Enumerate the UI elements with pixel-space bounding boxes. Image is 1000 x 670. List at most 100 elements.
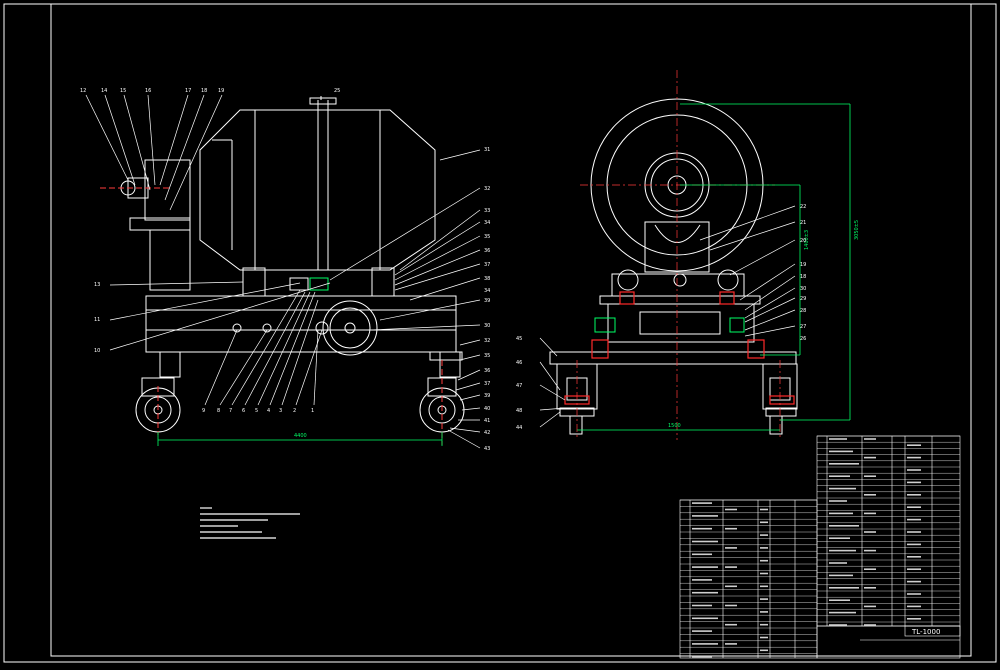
callout-right-3: 34 xyxy=(484,220,490,226)
table-cell-text xyxy=(864,512,876,515)
callout-top-4: 17 xyxy=(185,88,191,94)
front-callout-4: 18 xyxy=(800,274,806,280)
front-callout-5: 30 xyxy=(800,286,806,292)
front-callout-7: 28 xyxy=(800,308,806,314)
callout-right-7: 38 xyxy=(484,276,490,282)
table-cell-text xyxy=(725,623,737,626)
callout-right-6: 37 xyxy=(484,262,490,268)
table-cell-text xyxy=(864,438,876,440)
table-cell-text xyxy=(829,450,853,453)
front-callout-left-3: 48 xyxy=(516,408,522,414)
table-cell-text xyxy=(829,463,859,465)
front-callout-left-0: 45 xyxy=(516,336,522,342)
table-cell-text xyxy=(760,636,768,639)
callout-right-4: 35 xyxy=(484,234,490,240)
table-cell-text xyxy=(907,618,921,620)
table-cell-text xyxy=(864,587,876,589)
table-cell-text xyxy=(692,540,718,543)
table-cell-text xyxy=(829,624,847,626)
table-cell-text xyxy=(907,494,921,496)
callout-top-3: 16 xyxy=(145,88,151,94)
table-cell-text xyxy=(725,547,737,549)
table-cell-text xyxy=(692,515,718,517)
callout-bottom-3: 6 xyxy=(242,408,245,414)
table-cell-text xyxy=(907,456,921,459)
title-code: TL-1000 xyxy=(911,628,940,636)
table-cell-text xyxy=(692,591,718,594)
table-cell-text xyxy=(829,574,853,577)
table-cell-text xyxy=(907,580,921,583)
side-view xyxy=(100,96,465,445)
callout-bottom-4: 5 xyxy=(255,408,258,414)
table-cell-text xyxy=(760,521,768,524)
callout-bottom-2: 7 xyxy=(229,408,232,414)
table-cell-text xyxy=(907,481,921,484)
table-cell-text xyxy=(864,494,876,496)
table-cell-text xyxy=(829,500,847,502)
callout-wheel-5: 41 xyxy=(484,418,490,424)
callout-right-9: 30 xyxy=(484,323,490,329)
table-cell-text xyxy=(692,527,712,530)
table-cell-text xyxy=(692,553,712,556)
front-callout-6: 29 xyxy=(800,296,806,302)
callout-bottom-1: 8 xyxy=(217,408,220,414)
front-callout-left-4: 44 xyxy=(516,425,522,431)
callout-left-1: 11 xyxy=(94,317,100,323)
table-cell-text xyxy=(725,604,737,607)
table-cell-text xyxy=(692,566,718,568)
table-cell-text xyxy=(760,534,768,536)
callout-wheel-6: 42 xyxy=(484,430,490,436)
callout-right-11: 34 xyxy=(484,288,490,294)
front-red-parts xyxy=(564,291,795,405)
table-cell-text xyxy=(725,585,737,588)
table-cell-text xyxy=(692,604,712,607)
callout-wheel-0: 35 xyxy=(484,353,490,359)
callout-top-1: 14 xyxy=(101,88,107,94)
table-cell-text xyxy=(907,568,921,570)
callout-bottom-5: 4 xyxy=(267,408,270,414)
side-dimension-text: 4400 xyxy=(294,433,307,439)
table-cell-text xyxy=(829,611,856,614)
table-cell-text xyxy=(760,649,768,652)
callout-left-0: 13 xyxy=(94,282,100,288)
callout-drum-top: 25 xyxy=(334,88,340,94)
table-cell-text xyxy=(907,556,921,558)
table-cell-text xyxy=(692,630,712,632)
front-view xyxy=(549,98,798,435)
front-callout-left-2: 47 xyxy=(516,383,522,389)
callout-left-2: 10 xyxy=(94,348,100,354)
callout-wheel-1: 36 xyxy=(484,368,490,374)
table-cell-text xyxy=(907,518,921,521)
table-cell-text xyxy=(760,598,768,600)
table-cell-text xyxy=(829,438,847,440)
table-cell-text xyxy=(864,605,876,608)
table-cell-text xyxy=(907,444,921,446)
table-cell-text xyxy=(829,599,850,601)
main-frame xyxy=(145,295,457,311)
table-cell-text xyxy=(864,624,876,626)
table-cell-text xyxy=(692,655,712,658)
gearbox xyxy=(144,159,191,221)
front-callout-3: 19 xyxy=(800,262,806,268)
parts-list-cell-marks xyxy=(692,438,921,658)
table-cell-text xyxy=(907,593,921,595)
front-callout-2: 20 xyxy=(800,238,806,244)
table-cell-text xyxy=(864,549,876,552)
cad-drawing: 12 14 15 16 17 18 19 25 13 11 10 31 32 3… xyxy=(3,3,997,663)
callout-top-0: 12 xyxy=(80,88,86,94)
pulley-wheel xyxy=(322,300,378,356)
table-cell-text xyxy=(725,566,737,568)
table-cell-text xyxy=(829,512,853,515)
callout-right-10: 32 xyxy=(484,338,490,344)
callout-right-2: 33 xyxy=(484,208,490,214)
callout-top-5: 18 xyxy=(201,88,207,94)
table-cell-text xyxy=(907,605,921,608)
table-cell-text xyxy=(760,572,768,575)
table-cell-text xyxy=(829,487,856,490)
callout-bottom-7: 2 xyxy=(293,408,296,414)
table-cell-text xyxy=(829,525,859,527)
front-dimension-h: 1500 xyxy=(668,423,681,429)
table-cell-text xyxy=(760,547,768,549)
table-cell-text xyxy=(725,508,737,511)
front-callout-0: 22 xyxy=(800,204,806,210)
